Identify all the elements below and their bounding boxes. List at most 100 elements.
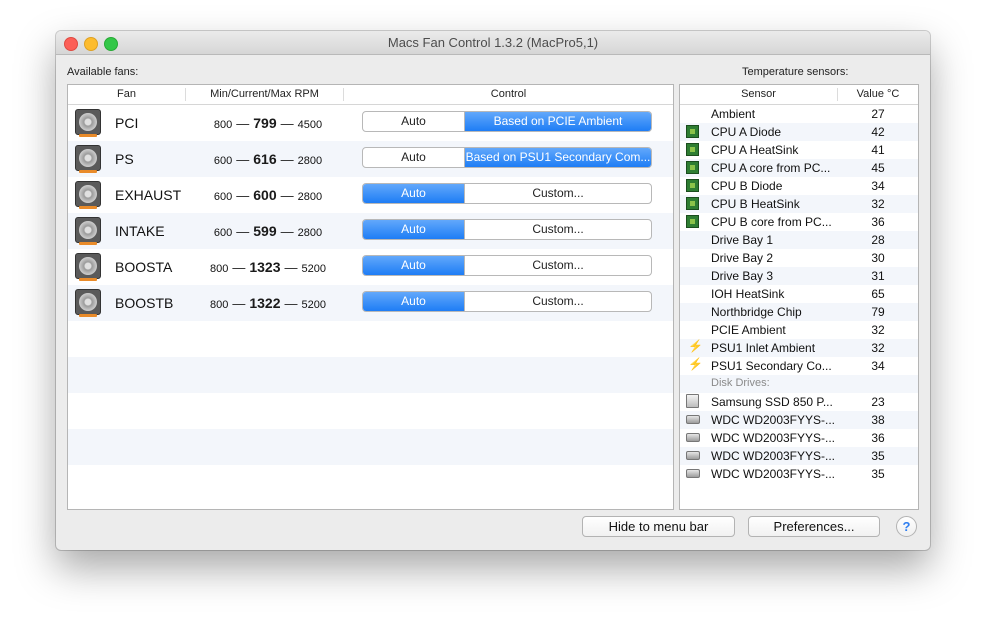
rpm-separator: —	[236, 152, 250, 167]
sensors-table-header: Sensor Value °C	[680, 85, 918, 105]
auto-control-button[interactable]: Auto	[363, 256, 465, 275]
fan-control-segmented: Auto Custom...	[362, 219, 652, 240]
fan-row[interactable]: BOOSTA 800—1323—5200 Auto Custom...	[68, 249, 673, 285]
fan-min-rpm: 800	[213, 119, 233, 131]
sensor-row[interactable]: Northbridge Chip 79	[680, 303, 918, 321]
auto-control-button[interactable]: Auto	[363, 184, 465, 203]
sensor-row[interactable]: Samsung SSD 850 P... 23	[680, 393, 918, 411]
sensor-row[interactable]: Drive Bay 2 30	[680, 249, 918, 267]
custom-control-button[interactable]: Custom...	[465, 256, 651, 275]
sensor-name: WDC WD2003FYYS-...	[711, 467, 836, 481]
column-header-control[interactable]: Control	[344, 88, 673, 100]
power-bolt-icon: ⚡	[688, 339, 703, 353]
fan-name: PS	[115, 151, 134, 167]
sensor-row[interactable]: WDC WD2003FYYS-... 35	[680, 465, 918, 483]
auto-control-button[interactable]: Auto	[363, 292, 465, 311]
hide-to-menu-bar-button[interactable]: Hide to menu bar	[582, 516, 735, 537]
sensor-value: 27	[871, 107, 885, 121]
column-header-sensor[interactable]: Sensor	[680, 88, 837, 100]
auto-control-button[interactable]: Auto	[363, 112, 465, 131]
sensor-row[interactable]: WDC WD2003FYYS-... 38	[680, 411, 918, 429]
sensor-value: 32	[871, 323, 885, 337]
sensor-value: 28	[871, 233, 885, 247]
row-stripe	[68, 429, 673, 465]
column-header-value[interactable]: Value °C	[838, 88, 918, 100]
fan-row[interactable]: INTAKE 600—599—2800 Auto Custom...	[68, 213, 673, 249]
fan-name: INTAKE	[115, 223, 165, 239]
auto-control-button[interactable]: Auto	[363, 148, 465, 167]
sensor-value: 41	[871, 143, 885, 157]
hard-drive-icon	[686, 433, 700, 442]
sensor-row[interactable]: Drive Bay 1 28	[680, 231, 918, 249]
fan-name: BOOSTA	[115, 259, 173, 275]
sensor-row[interactable]: CPU B HeatSink 32	[680, 195, 918, 213]
fan-name: BOOSTB	[115, 295, 174, 311]
sensor-row[interactable]: CPU B Diode 34	[680, 177, 918, 195]
sensor-row[interactable]: WDC WD2003FYYS-... 36	[680, 429, 918, 447]
fan-current-rpm: 1323	[249, 259, 281, 275]
fan-icon	[75, 289, 101, 317]
sensor-row[interactable]: WDC WD2003FYYS-... 35	[680, 447, 918, 465]
fans-section-label: Available fans:	[67, 66, 139, 78]
fan-name: PCI	[115, 115, 139, 131]
sensor-name: CPU A core from PC...	[711, 161, 831, 175]
fan-icon	[75, 253, 101, 281]
custom-control-button[interactable]: Custom...	[465, 220, 651, 239]
sensor-row[interactable]: CPU B core from PC... 36	[680, 213, 918, 231]
fan-max-rpm: 2800	[297, 155, 323, 167]
fan-row[interactable]: BOOSTB 800—1322—5200 Auto Custom...	[68, 285, 673, 321]
custom-control-button[interactable]: Based on PSU1 Secondary Com...	[465, 148, 651, 167]
fans-table-header: Fan Min/Current/Max RPM Control	[68, 85, 673, 105]
fan-row[interactable]: PCI 800—799—4500 Auto Based on PCIE Ambient	[68, 105, 673, 141]
sensor-row[interactable]: CPU A core from PC... 45	[680, 159, 918, 177]
fan-min-rpm: 600	[213, 155, 233, 167]
rpm-separator: —	[280, 116, 294, 131]
cpu-chip-icon	[686, 125, 699, 138]
sensor-row[interactable]: ⚡ PSU1 Inlet Ambient 32	[680, 339, 918, 357]
sensor-value: 23	[871, 395, 885, 409]
sensor-value: 32	[871, 197, 885, 211]
column-header-fan[interactable]: Fan	[68, 88, 185, 100]
sensor-row[interactable]: ⚡ PSU1 Secondary Co... 34	[680, 357, 918, 375]
sensor-row[interactable]: PCIE Ambient 32	[680, 321, 918, 339]
help-button[interactable]: ?	[896, 516, 917, 537]
sensor-value: 35	[871, 449, 885, 463]
sensor-name: WDC WD2003FYYS-...	[711, 431, 836, 445]
fan-row[interactable]: PS 600—616—2800 Auto Based on PSU1 Secondar…	[68, 141, 673, 177]
hard-drive-icon	[686, 469, 700, 478]
sensor-row[interactable]: IOH HeatSink 65	[680, 285, 918, 303]
sensor-row[interactable]: Drive Bay 3 31	[680, 267, 918, 285]
auto-control-button[interactable]: Auto	[363, 220, 465, 239]
sensor-value: 36	[871, 431, 885, 445]
fan-rpm: 800—1323—5200	[198, 259, 338, 275]
sensor-name: CPU A HeatSink	[711, 143, 799, 157]
sensor-value: 36	[871, 215, 885, 229]
fans-table: Fan Min/Current/Max RPM Control PCI 800—7…	[67, 84, 674, 510]
fan-current-rpm: 616	[253, 151, 277, 167]
fan-min-rpm: 600	[213, 227, 233, 239]
sensor-value: 65	[871, 287, 885, 301]
fan-control-segmented: Auto Custom...	[362, 291, 652, 312]
fan-rpm: 800—799—4500	[198, 115, 338, 131]
preferences-button[interactable]: Preferences...	[748, 516, 880, 537]
title-bar: Macs Fan Control 1.3.2 (MacPro5,1)	[56, 31, 930, 55]
fan-row[interactable]: EXHAUST 600—600—2800 Auto Custom...	[68, 177, 673, 213]
sensor-row[interactable]: CPU A Diode 42	[680, 123, 918, 141]
fan-max-rpm: 2800	[297, 227, 323, 239]
fan-rpm: 600—600—2800	[198, 187, 338, 203]
fan-max-rpm: 5200	[301, 263, 326, 275]
sensor-row[interactable]: CPU A HeatSink 41	[680, 141, 918, 159]
custom-control-button[interactable]: Custom...	[465, 292, 651, 311]
custom-control-button[interactable]: Custom...	[465, 184, 651, 203]
fan-control-segmented: Auto Custom...	[362, 255, 652, 276]
cpu-chip-icon	[686, 197, 699, 210]
fan-min-rpm: 800	[210, 299, 229, 311]
sensor-name: CPU B HeatSink	[711, 197, 800, 211]
fan-icon	[75, 217, 101, 245]
fan-name: EXHAUST	[115, 187, 182, 203]
sensor-row[interactable]: Ambient 27	[680, 105, 918, 123]
row-stripe	[68, 357, 673, 393]
custom-control-button[interactable]: Based on PCIE Ambient	[465, 112, 651, 131]
column-header-rpm[interactable]: Min/Current/Max RPM	[186, 88, 343, 100]
sensor-value: 79	[871, 305, 885, 319]
